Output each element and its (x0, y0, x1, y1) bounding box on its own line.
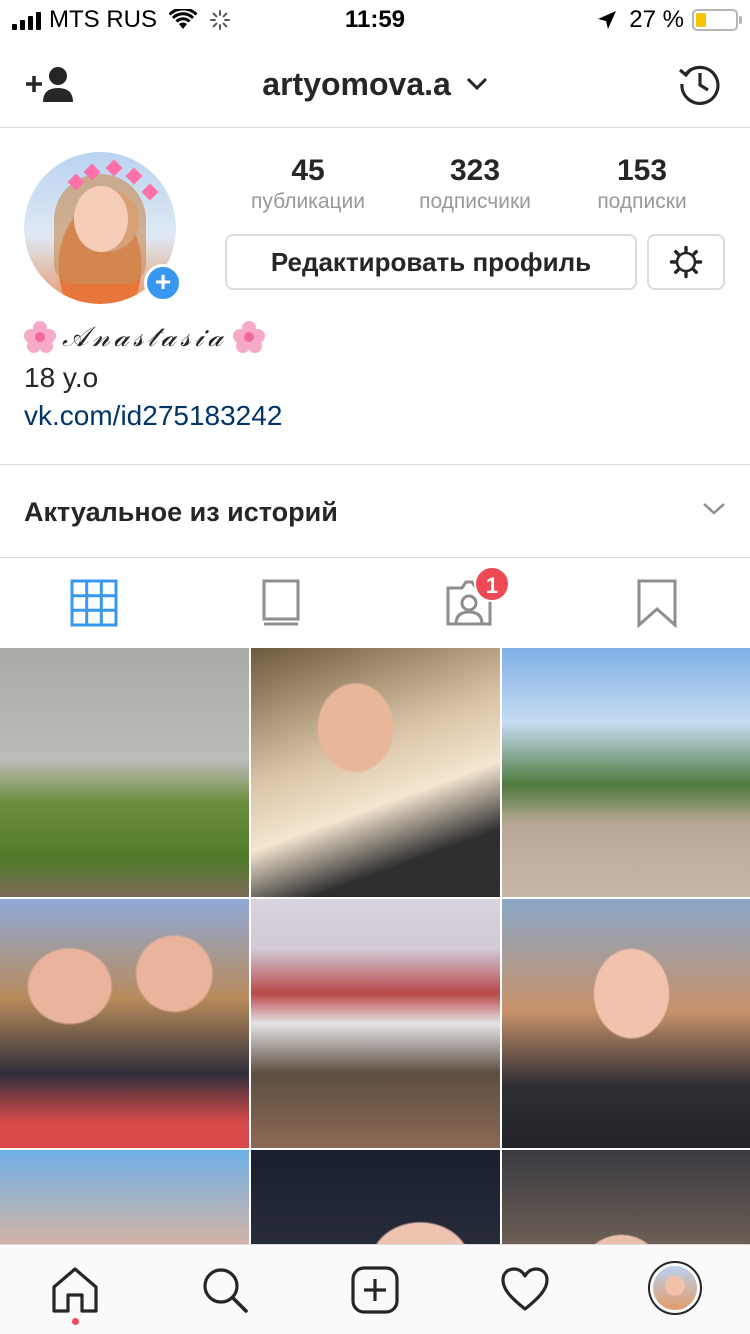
bio-website-link[interactable]: vk.com/id275183242 (24, 400, 282, 432)
grid-photo[interactable] (251, 648, 500, 897)
posts-count-label: публикации (251, 190, 365, 213)
chevron-down-icon[interactable] (702, 501, 726, 517)
grid-photo[interactable] (251, 1150, 500, 1244)
grid-photo[interactable] (0, 648, 249, 897)
battery-icon (692, 9, 742, 31)
home-icon[interactable] (50, 1265, 100, 1315)
following-count-value: 153 (616, 154, 668, 187)
notification-dot (72, 1318, 79, 1325)
story-highlights-bar[interactable]: Актуальное из историй (0, 464, 750, 558)
settings-button[interactable] (647, 234, 725, 290)
photo-grid (0, 648, 750, 1244)
grid-photo[interactable] (0, 1150, 249, 1244)
display-name-text: 𝒜𝓃𝒶𝓈𝓉𝒶𝓈𝒾𝒶 (62, 320, 227, 353)
profile-tab-avatar[interactable] (648, 1261, 702, 1315)
profile-stats: 45 публикации 323 подписчики 153 подписк… (225, 154, 725, 218)
posts-count[interactable]: 45 публикации (225, 154, 391, 214)
profile-avatar-area[interactable]: + (24, 152, 182, 304)
add-post-icon[interactable] (350, 1265, 400, 1315)
activity-heart-icon[interactable] (500, 1265, 550, 1315)
grid-photo[interactable] (502, 648, 750, 897)
cherry-blossom-icon (24, 321, 56, 353)
avatar (653, 1266, 697, 1310)
grid-icon[interactable] (69, 578, 119, 628)
grid-photo[interactable] (502, 1150, 750, 1244)
saved-icon[interactable] (632, 578, 682, 628)
grid-photo[interactable] (0, 899, 249, 1148)
profile-header: artyomova.a (0, 40, 750, 128)
story-highlights-title: Актуальное из историй (24, 497, 338, 527)
posts-count-value: 45 (291, 154, 325, 187)
grid-photo[interactable] (502, 899, 750, 1148)
feed-icon[interactable] (256, 578, 306, 628)
status-bar: MTS RUS 11:59 27 % (0, 0, 750, 40)
followers-count-label: подписчики (419, 190, 531, 213)
username-switcher[interactable]: artyomova.a (0, 66, 750, 103)
battery-percent: 27 % (629, 6, 684, 33)
location-arrow-icon (598, 11, 617, 29)
grid-photo[interactable] (251, 899, 500, 1148)
tagged-notification-badge: 1 (474, 566, 510, 602)
followers-count-value: 323 (449, 154, 501, 187)
following-count[interactable]: 153 подписки (559, 154, 725, 214)
profile-tabs (0, 558, 750, 648)
username: artyomova.a (262, 66, 451, 102)
gear-icon (669, 245, 703, 279)
bottom-navigation (0, 1244, 750, 1334)
bio-display-name: 𝒜𝓃𝒶𝓈𝓉𝒶𝓈𝒾𝒶 (24, 320, 271, 354)
search-icon[interactable] (200, 1265, 250, 1315)
status-bar-right: 27 % (597, 6, 742, 34)
chevron-down-icon (466, 77, 487, 90)
bio-text: 18 y.o (24, 362, 99, 393)
cherry-blossom-icon (233, 321, 265, 353)
following-count-label: подписки (597, 190, 687, 213)
followers-count[interactable]: 323 подписчики (391, 154, 559, 214)
edit-profile-button[interactable]: Редактировать профиль (225, 234, 637, 290)
archive-history-icon[interactable] (678, 62, 722, 106)
add-story-plus-icon[interactable]: + (144, 264, 182, 302)
